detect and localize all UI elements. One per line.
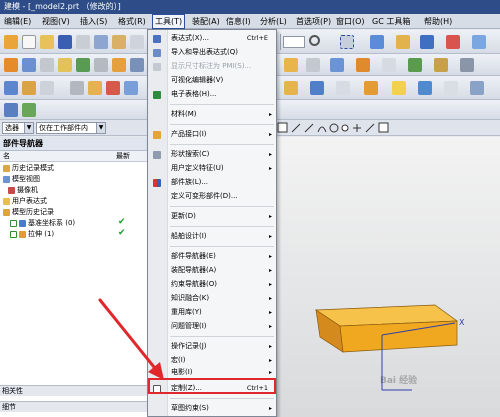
annotation-arrow (98, 298, 164, 380)
arrow-shaft (98, 298, 160, 374)
